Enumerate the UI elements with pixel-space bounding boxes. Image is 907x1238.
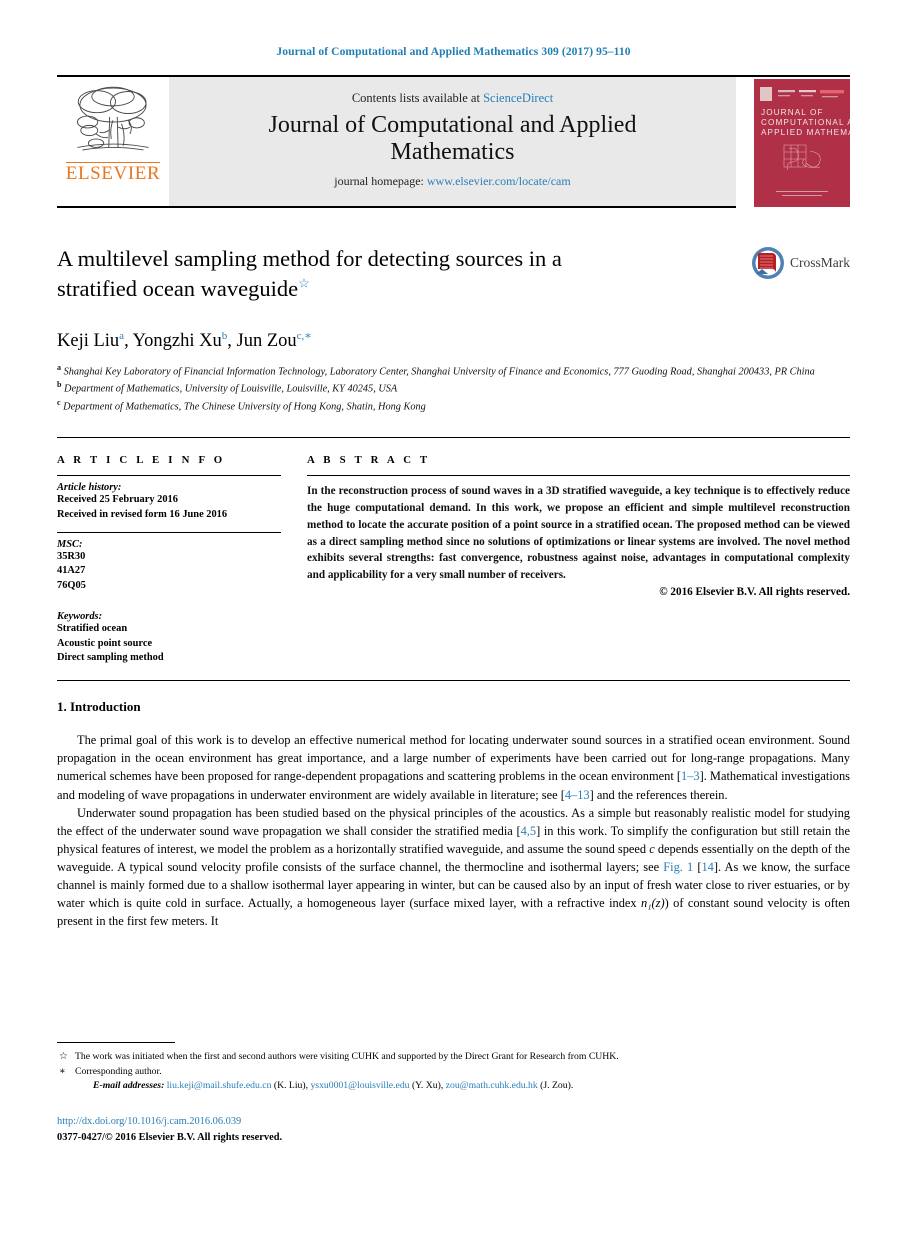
author-3: Jun Zou — [236, 331, 297, 352]
keywords-group: Keywords: Stratified ocean Acoustic poin… — [57, 605, 281, 666]
abstract-column: A B S T R A C T In the reconstruction pr… — [303, 454, 850, 666]
affiliation-a-marker: a — [57, 362, 61, 372]
abstract-heading: A B S T R A C T — [307, 454, 431, 467]
citation-4-13[interactable]: 4–13 — [565, 788, 590, 802]
crossmark-icon — [752, 247, 784, 279]
contents-lists-line: Contents lists available at ScienceDirec… — [352, 91, 553, 106]
title-footnote-marker[interactable]: ☆ — [298, 275, 310, 290]
journal-masthead: ELSEVIER Contents lists available at Sci… — [57, 75, 850, 208]
msc-group: MSC: 35R30 41A27 76Q05 — [57, 533, 281, 594]
footnote-funding: ☆ The work was initiated when the first a… — [57, 1050, 850, 1065]
author-2: Yongzhi Xu — [132, 331, 222, 352]
author-1: Keji Liu — [57, 331, 120, 352]
affiliation-list: a Shanghai Key Laboratory of Financial I… — [57, 362, 850, 416]
email-who-zou: (J. Zou). — [537, 1080, 574, 1092]
author-list: Keji Liua, Yongzhi Xub, Jun Zouc,∗ — [57, 329, 850, 352]
article-info-column: A R T I C L E I N F O Article history: R… — [57, 454, 303, 666]
footnote-corresponding-text: Corresponding author. — [75, 1065, 162, 1077]
keyword-1: Stratified ocean — [57, 622, 128, 634]
article-title-line1: A multilevel sampling method for detecti… — [57, 246, 562, 271]
journal-title: Journal of Computational and Applied Mat… — [269, 112, 637, 166]
affiliation-b-text: Department of Mathematics, University of… — [64, 383, 398, 395]
citation-4-5[interactable]: 4,5 — [521, 824, 537, 838]
keyword-2: Acoustic point source — [57, 637, 153, 649]
affiliation-c-marker: c — [57, 398, 61, 408]
keyword-3: Direct sampling method — [57, 652, 164, 664]
footnotes-block: ☆ The work was initiated when the first a… — [57, 1042, 850, 1094]
intro-p1-part-c: ] and the references therein. — [589, 787, 728, 802]
affiliation-b: b Department of Mathematics, University … — [57, 379, 850, 397]
journal-title-line1: Journal of Computational and Applied — [268, 111, 637, 138]
sciencedirect-link[interactable]: ScienceDirect — [483, 91, 553, 105]
abstract-bottom-rule — [57, 680, 850, 682]
intro-paragraph-1: The primal goal of this work is to devel… — [57, 731, 850, 803]
issn-copyright-line: 0377-0427/© 2016 Elsevier B.V. All right… — [57, 1131, 283, 1143]
article-history-group: Article history: Received 25 February 20… — [57, 476, 281, 523]
doi-block: http://dx.doi.org/10.1016/j.cam.2016.06.… — [57, 1114, 282, 1145]
abstract-copyright: © 2016 Elsevier B.V. All rights reserved… — [659, 585, 850, 598]
journal-cover-thumbnail: JOURNAL OF COMPUTATIONAL AND APPLIED MAT… — [754, 77, 850, 208]
email-link-xu[interactable]: ysxu0001@louisville.edu — [310, 1080, 409, 1091]
masthead-center: Contents lists available at ScienceDirec… — [169, 77, 736, 208]
footnote-star-marker: ☆ — [59, 1051, 68, 1062]
article-title-line2: stratified ocean waveguide — [57, 275, 299, 301]
email-who-xu: (Y. Xu), — [409, 1080, 446, 1092]
author-sep-2: , — [227, 331, 237, 352]
abstract-text: In the reconstruction process of sound w… — [307, 485, 850, 582]
section-heading-introduction: 1. Introduction — [57, 699, 141, 715]
math-refractive-index: n₁(z) — [641, 896, 665, 911]
email-link-liu[interactable]: liu.keji@mail.shufe.edu.cn — [167, 1080, 272, 1091]
footnote-asterisk-marker: ∗ — [59, 1065, 66, 1077]
msc-label: MSC: — [57, 538, 83, 550]
journal-article-page: Journal of Computational and Applied Mat… — [0, 0, 907, 1238]
affiliation-c-text: Department of Mathematics, The Chinese U… — [63, 401, 426, 413]
author-3-affiliation-marker[interactable]: c,∗ — [297, 330, 312, 342]
figure-reference-1[interactable]: Fig. 1 — [663, 860, 693, 874]
doi-link[interactable]: http://dx.doi.org/10.1016/j.cam.2016.06.… — [57, 1114, 282, 1130]
msc-code-2: 41A27 — [57, 565, 86, 577]
citation-14[interactable]: 14 — [701, 860, 713, 874]
affiliation-c: c Department of Mathematics, The Chinese… — [57, 397, 850, 415]
intro-paragraph-2: Underwater sound propagation has been st… — [57, 804, 850, 931]
journal-homepage-line: journal homepage: www.elsevier.com/locat… — [334, 174, 570, 189]
contents-prefix: Contents lists available at — [351, 90, 484, 105]
page-title: A multilevel sampling method for detecti… — [57, 244, 687, 303]
svg-text:COMPUTATIONAL AND: COMPUTATIONAL AND — [761, 118, 850, 127]
elsevier-tree-icon — [76, 86, 149, 151]
homepage-prefix: journal homepage: — [334, 174, 427, 189]
running-head: Journal of Computational and Applied Mat… — [276, 46, 631, 58]
article-info-heading: A R T I C L E I N F O — [57, 454, 226, 467]
elsevier-logo: ELSEVIER — [57, 77, 169, 208]
footnote-rule — [57, 1042, 175, 1043]
msc-code-3: 76Q05 — [57, 580, 86, 592]
email-link-zou[interactable]: zou@math.cuhk.edu.hk — [446, 1080, 538, 1091]
info-abstract-row: A R T I C L E I N F O Article history: R… — [57, 437, 850, 666]
footnote-funding-text: The work was initiated when the first an… — [75, 1051, 619, 1062]
citation-1-3[interactable]: 1–3 — [681, 769, 700, 783]
affiliation-a: a Shanghai Key Laboratory of Financial I… — [57, 362, 850, 380]
crossmark-badge[interactable]: CrossMark — [751, 246, 850, 280]
email-who-liu: (K. Liu), — [271, 1080, 311, 1092]
keywords-label: Keywords: — [57, 610, 103, 622]
affiliation-b-marker: b — [57, 380, 62, 390]
footnote-corresponding-author: ∗ Corresponding author. — [57, 1065, 850, 1080]
title-block: CrossMark A multilevel sampling method f… — [57, 244, 850, 415]
introduction-section: 1. Introduction The primal goal of this … — [57, 699, 850, 930]
article-history-revised: Received in revised form 16 June 2016 — [57, 508, 228, 520]
article-history-label: Article history: — [57, 482, 122, 494]
svg-text:APPLIED MATHEMATICS: APPLIED MATHEMATICS — [761, 128, 850, 137]
affiliation-a-text: Shanghai Key Laboratory of Financial Inf… — [63, 365, 815, 377]
msc-code-1: 35R30 — [57, 550, 86, 562]
svg-text:JOURNAL OF: JOURNAL OF — [761, 108, 824, 117]
email-addresses-label: E-mail addresses: — [93, 1080, 165, 1092]
footnote-email-addresses: E-mail addresses: liu.keji@mail.shufe.ed… — [57, 1079, 850, 1094]
article-history-received: Received 25 February 2016 — [57, 494, 178, 506]
elsevier-wordmark: ELSEVIER — [65, 162, 161, 184]
journal-title-line2: Mathematics — [390, 138, 515, 165]
crossmark-label: CrossMark — [790, 255, 850, 270]
author-sep-1: , — [124, 331, 133, 352]
homepage-link[interactable]: www.elsevier.com/locate/cam — [427, 174, 571, 188]
journal-cover-image: JOURNAL OF COMPUTATIONAL AND APPLIED MAT… — [754, 78, 850, 207]
